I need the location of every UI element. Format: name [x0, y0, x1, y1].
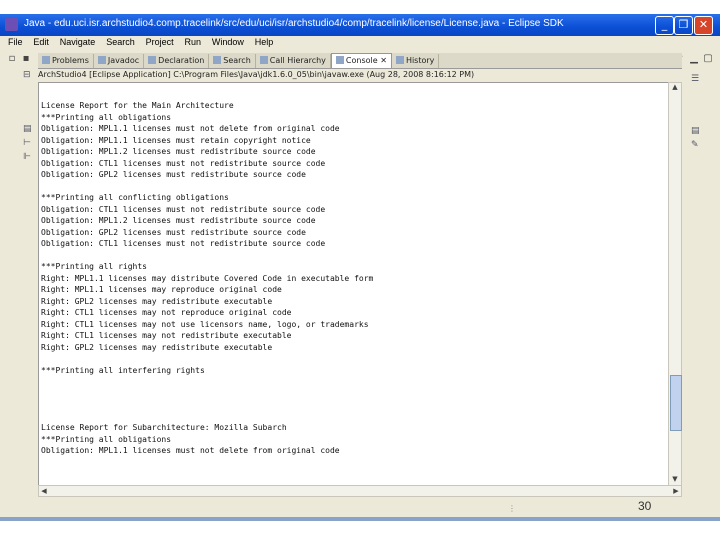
menu-run[interactable]: Run [184, 37, 201, 47]
declaration-icon [148, 56, 157, 64]
minimize-button[interactable]: _ [655, 16, 674, 35]
tab-label: History [405, 56, 435, 65]
console-launch-path: ArchStudio4 [Eclipse Application] C:\Pro… [38, 70, 475, 79]
new-icon[interactable]: ▫ [6, 53, 18, 65]
menu-search[interactable]: Search [106, 37, 135, 47]
tab-label: Console ✕ [345, 56, 387, 65]
task-list-icon[interactable]: ▤ [691, 126, 701, 136]
history-icon [395, 56, 404, 64]
right-dock: ☰ ▤ ✎ [683, 68, 713, 518]
page-number: 30 [638, 499, 652, 513]
scroll-thumb[interactable] [670, 375, 682, 431]
view-tab-bar: Problems Javadoc Declaration Search Call Hie… [38, 53, 682, 69]
maximize-view-icon[interactable]: ▢ [702, 53, 714, 65]
console-line: Right: CTL1 licenses may not redistribut… [41, 331, 292, 340]
console-line: Obligation: CTL1 licenses must not redis… [41, 158, 326, 168]
tab-search[interactable]: Search [209, 54, 256, 68]
save-icon[interactable]: ▪ [20, 53, 32, 65]
console-line: ***Printing all interfering rights [41, 365, 205, 375]
navigator-icon[interactable]: ⊩ [23, 152, 33, 162]
console-line: Right: MPL1.1 licenses may reproduce ori… [41, 285, 282, 294]
tab-javadoc[interactable]: Javadoc [94, 54, 145, 68]
close-button[interactable]: ✕ [694, 16, 713, 35]
scroll-up-icon[interactable]: ▲ [669, 83, 681, 93]
console-line: Obligation: GPL2 licenses must redistrib… [41, 227, 306, 237]
bookmarks-icon[interactable]: ✎ [691, 140, 701, 150]
tab-declaration[interactable]: Declaration [144, 54, 210, 68]
tab-history[interactable]: History [392, 54, 440, 68]
title-bar: Java - edu.uci.isr.archstudio4.comp.trac… [0, 14, 720, 36]
scroll-down-icon[interactable]: ▼ [669, 475, 681, 485]
menu-bar: File Edit Navigate Search Project Run Wi… [0, 37, 720, 51]
window-title: Java - edu.uci.isr.archstudio4.comp.trac… [24, 18, 564, 29]
javadoc-icon [97, 56, 106, 64]
console-line: Right: MPL1.1 licenses may distribute Co… [41, 273, 374, 283]
console-line: Obligation: MPL1.2 licenses must redistr… [41, 216, 316, 225]
tab-label: Declaration [158, 56, 205, 65]
console-line: Obligation: MPL1.1 licenses must retain … [41, 135, 311, 145]
maximize-button[interactable]: ❐ [674, 16, 693, 35]
menu-file[interactable]: File [8, 37, 23, 47]
tab-console[interactable]: Console ✕ [330, 53, 392, 68]
tab-label: Call Hierarchy [269, 56, 326, 65]
scroll-left-icon[interactable]: ◀ [39, 486, 49, 496]
console-line: ***Printing all rights [41, 262, 147, 271]
console-line: Obligation: MPL1.2 licenses must redistr… [41, 147, 316, 156]
tab-label: Search [223, 56, 251, 65]
console-line: Right: CTL1 licenses may not use licenso… [41, 319, 369, 329]
problems-icon [42, 56, 50, 64]
vertical-scrollbar[interactable]: ▲ ▼ [668, 82, 682, 486]
tab-problems[interactable]: Problems [38, 54, 94, 68]
status-bar [0, 517, 720, 521]
horizontal-scrollbar[interactable]: ◀ ▶ [38, 485, 682, 497]
left-dock: ⊟ ▤ ⊢ ⊩ [0, 68, 38, 518]
console-output[interactable]: License Report for the Main Architecture… [38, 82, 669, 486]
outline-icon[interactable]: ▤ [23, 124, 33, 134]
tab-call-hierarchy[interactable]: Call Hierarchy [256, 54, 331, 68]
search-icon [213, 56, 222, 64]
call-hierarchy-icon [259, 56, 268, 64]
status-separator: ⋮ [508, 504, 516, 513]
eclipse-icon [5, 18, 18, 31]
console-line: ***Printing all obligations [41, 112, 172, 122]
console-line: ***Printing all conflicting obligations [41, 193, 229, 202]
menu-edit[interactable]: Edit [33, 37, 49, 47]
hierarchy-icon[interactable]: ⊢ [23, 138, 33, 148]
scroll-right-icon[interactable]: ▶ [671, 486, 681, 496]
console-line: ***Printing all obligations [41, 434, 172, 444]
package-explorer-icon[interactable]: ⊟ [23, 70, 33, 80]
menu-help[interactable]: Help [255, 37, 274, 47]
console-line: Obligation: MPL1.1 licenses must not del… [41, 446, 340, 455]
tasks-icon[interactable]: ☰ [691, 74, 701, 84]
console-line: Obligation: CTL1 licenses must not redis… [41, 204, 326, 214]
console-line: Right: GPL2 licenses may redistribute ex… [41, 342, 273, 352]
console-line: License Report for the Main Architecture [41, 101, 234, 110]
console-line: Obligation: MPL1.1 licenses must not del… [41, 124, 340, 133]
console-line: Obligation: GPL2 licenses must redistrib… [41, 170, 306, 179]
console-icon [335, 56, 344, 64]
console-line: Right: CTL1 licenses may not reproduce o… [41, 308, 292, 317]
menu-project[interactable]: Project [146, 37, 174, 47]
menu-window[interactable]: Window [212, 37, 244, 47]
console-line: Right: GPL2 licenses may redistribute ex… [41, 296, 273, 306]
tab-label: Javadoc [107, 56, 140, 65]
tab-label: Problems [52, 56, 89, 65]
menu-navigate[interactable]: Navigate [60, 37, 96, 47]
console-line: License Report for Subarchitecture: Mozi… [41, 423, 287, 432]
console-line: Obligation: CTL1 licenses must not redis… [41, 239, 326, 248]
minimize-view-icon[interactable]: ▁ [688, 53, 700, 65]
